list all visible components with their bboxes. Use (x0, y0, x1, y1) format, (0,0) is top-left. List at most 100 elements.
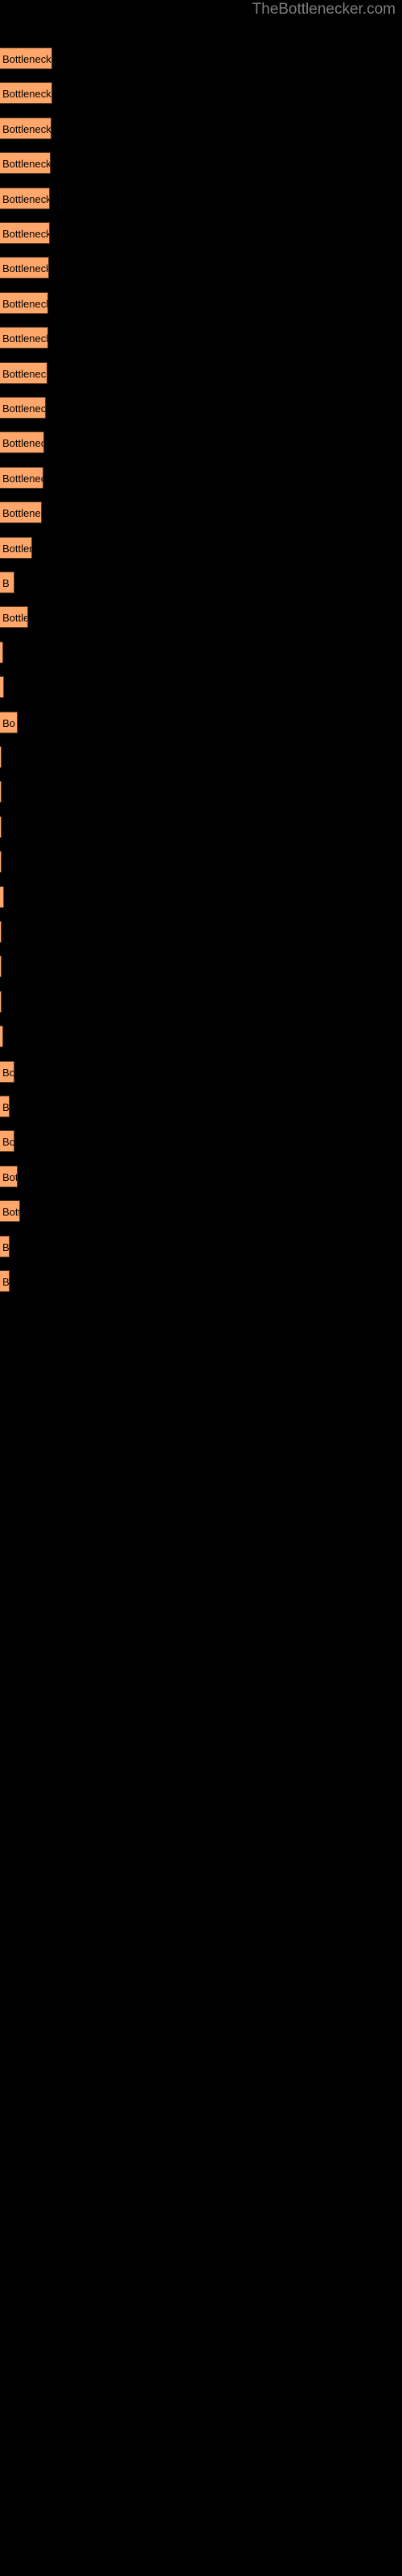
bar[interactable]: Bottleneck res (0, 117, 51, 139)
bar-row: Bo (0, 1060, 402, 1083)
bar[interactable]: Bo (0, 711, 18, 733)
bar[interactable]: Bottlen (0, 536, 32, 559)
bar[interactable]: B (0, 572, 14, 593)
bar[interactable]: Bottleneck res (0, 257, 49, 279)
bar-label: Bottleneck re (2, 402, 46, 415)
bar-label: Bottleneck r (2, 472, 43, 485)
bar-row: Bottleneck res (0, 327, 402, 349)
bar-label: Bottleneck res (2, 192, 50, 205)
bar-row: Bo (0, 1130, 402, 1153)
bar-label: Bottleneck res (2, 332, 48, 345)
bar-row: Bottleneck resu (0, 47, 402, 69)
bar-row: Bottleneck res (0, 117, 402, 139)
bar[interactable] (0, 746, 2, 768)
bar-row: Bott (0, 1200, 402, 1223)
bar[interactable]: B (0, 1235, 10, 1257)
bar-label: Bottleneck r (2, 437, 43, 450)
bar-label: Bottleneck res (2, 228, 50, 240)
bar[interactable]: Bottleneck res (0, 187, 50, 209)
bar-label: Bottleneck resu (2, 88, 51, 101)
bar-row: Bottleneck res (0, 291, 402, 314)
bar-label: Bottleneck res (2, 367, 47, 380)
bar-label: B (2, 1101, 10, 1113)
bar[interactable] (0, 815, 2, 838)
bar[interactable] (0, 956, 2, 978)
bar[interactable]: Bott (0, 1200, 20, 1223)
bar[interactable]: Bottleneck (0, 502, 42, 524)
bar-row (0, 990, 402, 1013)
bar-label: Bottleneck res (2, 297, 48, 310)
bar-label: Bott (2, 1206, 20, 1219)
bar-row (0, 851, 402, 873)
bar[interactable] (0, 1026, 3, 1048)
bar-row (0, 676, 402, 699)
bar[interactable]: Bottleneck resu (0, 82, 52, 105)
chart-plot-area: Bottleneck resu Bottleneck resu Bottleneck… (0, 0, 402, 2576)
bar[interactable]: Bottleneck r (0, 431, 44, 454)
bar[interactable]: Bottleneck res (0, 291, 48, 314)
bar-row: Bottleneck r (0, 466, 402, 489)
bar[interactable]: Bottleneck res (0, 361, 47, 384)
bar[interactable]: Bottleneck res (0, 152, 51, 175)
bar-label: Bottleneck (2, 507, 41, 520)
bar-label: Bottleneck res (2, 158, 51, 171)
bar-row: Bo (0, 711, 402, 733)
bar-label: Bottleneck res (2, 122, 51, 135)
bar-row (0, 781, 402, 803)
bar-label: B (2, 1276, 10, 1288)
bar-label: B (2, 577, 10, 589)
bar-row: Bottleneck res (0, 187, 402, 209)
bar[interactable]: Bottleneck res (0, 222, 50, 244)
bar-row: Bottleneck re (0, 397, 402, 419)
bar[interactable]: B (0, 1096, 10, 1117)
bar-row (0, 815, 402, 838)
bottleneck-bar-chart: Bottleneck resu Bottleneck resu Bottleneck… (0, 0, 402, 2576)
bar-row: B (0, 572, 402, 593)
bar[interactable]: Bottleneck r (0, 466, 43, 489)
bar[interactable]: Bottleneck resu (0, 47, 52, 69)
bar-row: B (0, 1270, 402, 1292)
bar[interactable]: Bo (0, 1130, 14, 1153)
bar-row: Bot (0, 1165, 402, 1187)
bar[interactable]: Bo (0, 1060, 14, 1083)
bar-row (0, 921, 402, 943)
bar[interactable] (0, 851, 2, 873)
bar-row (0, 641, 402, 663)
bar-label: Bo (2, 716, 15, 729)
bar-row: Bottleneck res (0, 257, 402, 279)
bar[interactable] (0, 676, 4, 699)
bar-row (0, 886, 402, 908)
bar-row: Bottleneck r (0, 431, 402, 454)
bar-label: Bottleneck resu (2, 53, 51, 65)
bar-row: Bottleneck (0, 502, 402, 524)
bar[interactable] (0, 781, 2, 803)
bar-label: Bo (2, 1136, 14, 1149)
bar-row: Bottle (0, 606, 402, 629)
site-watermark: TheBottlenecker.com (252, 1, 396, 18)
bar[interactable] (0, 886, 4, 908)
bar-row: Bottleneck res (0, 361, 402, 384)
bar[interactable]: B (0, 1270, 10, 1292)
bar-label: Bo (2, 1066, 14, 1079)
bar[interactable] (0, 921, 2, 943)
bar-label: B (2, 1241, 10, 1253)
bar[interactable]: Bot (0, 1165, 18, 1187)
bar[interactable] (0, 641, 3, 663)
bar[interactable] (0, 990, 2, 1013)
bar-row: Bottleneck resu (0, 82, 402, 105)
bar-label: Bottle (2, 612, 28, 625)
bar-row: B (0, 1096, 402, 1117)
bar-row: B (0, 1235, 402, 1257)
bar-label: Bot (2, 1170, 18, 1183)
bar-label: Bottleneck res (2, 262, 49, 275)
bar[interactable]: Bottleneck res (0, 327, 48, 349)
bar-row (0, 1026, 402, 1048)
bar[interactable]: Bottle (0, 606, 28, 629)
bar-label: Bottlen (2, 542, 32, 555)
bar-row (0, 746, 402, 768)
bar-row (0, 956, 402, 978)
bar-row: Bottlen (0, 536, 402, 559)
bar-row: Bottleneck res (0, 152, 402, 175)
bar-row: Bottleneck res (0, 222, 402, 244)
bar[interactable]: Bottleneck re (0, 397, 46, 419)
